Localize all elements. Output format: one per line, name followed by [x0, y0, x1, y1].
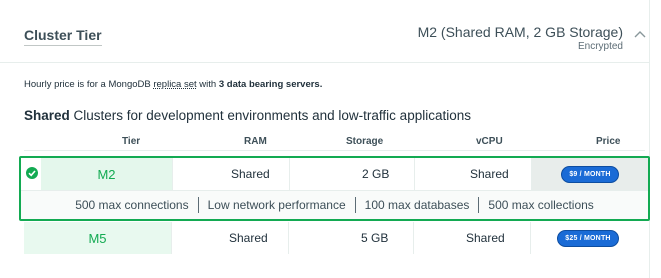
- hourly-note-middle: with: [196, 79, 219, 90]
- chevron-up-icon[interactable]: [631, 26, 649, 44]
- vcpu-text: Shared: [470, 167, 509, 181]
- header-storage: Storage: [346, 136, 384, 147]
- hourly-note-prefix: Hourly price is for a MongoDB: [24, 79, 154, 90]
- max-databases: 100 max databases: [364, 198, 470, 212]
- divider: [0, 62, 650, 63]
- header-tier: Tier: [122, 136, 141, 147]
- header-vcpu: vCPU: [476, 136, 503, 147]
- shared-label: Shared: [24, 108, 70, 123]
- price-cell: $9 / MONTH: [532, 158, 648, 190]
- price-cell: $25 / MONTH: [531, 222, 645, 254]
- ram-value: Shared: [173, 158, 290, 190]
- divider: [354, 197, 356, 213]
- storage-text: 2 GB: [362, 167, 390, 181]
- data-servers-text: 3 data bearing servers.: [218, 79, 323, 90]
- section-title: Cluster Tier: [24, 27, 102, 46]
- ram-value: Shared: [172, 222, 289, 254]
- max-collections: 500 max collections: [488, 198, 594, 212]
- cluster-tier-card: Cluster Tier M2 (Shared RAM, 2 GB Storag…: [0, 0, 650, 278]
- check-circle-icon: [26, 167, 38, 179]
- divider: [197, 197, 199, 213]
- vcpu-value: Shared: [414, 222, 531, 254]
- storage-value: 2 GB: [290, 158, 415, 190]
- ram-text: Shared: [231, 167, 270, 181]
- tier-name: M2: [41, 158, 173, 190]
- vcpu-text: Shared: [466, 231, 505, 245]
- tier-summary-text: M2 (Shared RAM, 2 GB Storage): [417, 24, 623, 40]
- storage-text: 5 GB: [361, 231, 389, 245]
- tier-summary: M2 (Shared RAM, 2 GB Storage) Encrypted: [418, 23, 623, 53]
- table-header: Tier RAM Storage vCPU Price: [24, 133, 645, 151]
- tier-details: 500 max connections Low network performa…: [21, 190, 648, 219]
- ram-text: Shared: [229, 231, 268, 245]
- replica-set-link[interactable]: replica set: [153, 79, 196, 90]
- divider: [478, 197, 480, 213]
- storage-value: 5 GB: [289, 222, 414, 254]
- shared-description: Clusters for development environments an…: [69, 108, 471, 123]
- encrypted-label: Encrypted: [577, 41, 623, 52]
- max-connections: 500 max connections: [75, 198, 189, 212]
- tier-row-m5[interactable]: M5 Shared 5 GB Shared $25 / MONTH: [24, 222, 645, 254]
- header-ram: RAM: [244, 136, 267, 147]
- page: Cluster Tier M2 (Shared RAM, 2 GB Storag…: [0, 0, 661, 278]
- vcpu-value: Shared: [415, 158, 532, 190]
- tier-name: M5: [24, 222, 172, 254]
- tier-row-m2[interactable]: M2 Shared 2 GB Shared $9 / MONTH 500 max…: [19, 156, 650, 221]
- hourly-price-note: Hourly price is for a MongoDB replica se…: [24, 79, 322, 90]
- section-header[interactable]: Cluster Tier: [24, 27, 102, 46]
- header-price: Price: [596, 136, 621, 147]
- price-badge: $9 / MONTH: [561, 165, 619, 183]
- shared-clusters-heading: Shared Clusters for development environm…: [24, 108, 471, 123]
- price-badge: $25 / MONTH: [557, 229, 619, 247]
- network-performance: Low network performance: [207, 198, 346, 212]
